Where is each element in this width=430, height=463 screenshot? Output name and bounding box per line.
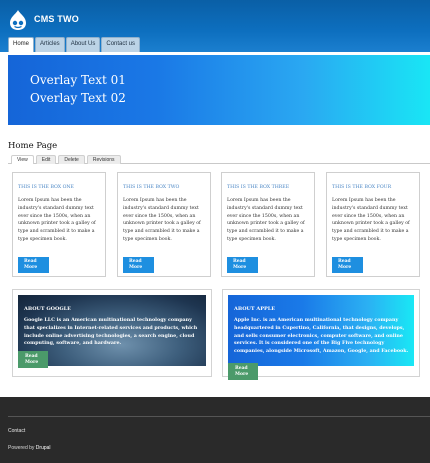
content-box-four: THIS IS THE BOX FOUR Lorem Ipsum has bee… [326,172,420,277]
read-more-button[interactable]: Read More [123,257,154,273]
box-title: THIS IS THE BOX FOUR [332,185,392,190]
nav-tab-home[interactable]: Home [8,37,35,52]
box-title: THIS IS THE BOX ONE [18,185,74,190]
box-body: Lorem Ipsum has been the industry's stan… [18,198,96,242]
hero-banner: Overlay Text 01 Overlay Text 02 [8,55,430,125]
tab-view[interactable]: View [11,155,34,164]
box-body: Lorem Ipsum has been the industry's stan… [123,198,201,242]
content-box-two: THIS IS THE BOX TWO Lorem Ipsum has been… [117,172,211,277]
read-more-button[interactable]: Read More [227,257,258,273]
box-title: THIS IS THE BOX TWO [123,185,180,190]
footer-divider [8,416,430,417]
footer-contact-link[interactable]: Contact [8,428,25,434]
tab-edit[interactable]: Edit [35,155,57,164]
feature-title: ABOUT APPLE [234,306,276,312]
drupal-drop-icon[interactable] [8,9,28,31]
drupal-link[interactable]: Drupal [36,445,51,451]
tab-revisions[interactable]: Revisions [86,155,121,164]
site-name[interactable]: CMS TWO [34,14,79,24]
local-task-tabs: View Edit Delete Revisions [8,155,430,164]
feature-title: ABOUT GOOGLE [24,306,71,312]
nav-tab-contact-us[interactable]: Contact us [101,37,141,52]
powered-by: Powered by Drupal [8,445,51,451]
site-footer: Contact Powered by Drupal [0,397,430,463]
banner-overlay-text-1: Overlay Text 01 [30,73,126,87]
read-more-button[interactable]: Read More [18,257,49,273]
read-more-button[interactable]: Read More [18,351,48,368]
feature-body: Apple Inc. is an American multinational … [234,317,409,355]
main-nav: Home Articles About Us Contact us [8,37,141,52]
box-body: Lorem Ipsum has been the industry's stan… [332,198,410,242]
tab-delete[interactable]: Delete [58,155,85,164]
box-title: THIS IS THE BOX THREE [227,185,290,190]
read-more-button[interactable]: Read More [332,257,363,273]
banner-overlay-text-2: Overlay Text 02 [30,91,126,105]
content-box-one: THIS IS THE BOX ONE Lorem Ipsum has been… [12,172,106,277]
content-box-three: THIS IS THE BOX THREE Lorem Ipsum has be… [221,172,315,277]
read-more-button[interactable]: Read More [228,363,258,380]
site-header: CMS TWO Home Articles About Us Contact u… [0,0,430,52]
powered-by-text: Powered by [8,445,35,451]
page-title: Home Page [8,141,58,151]
feature-background: ABOUT APPLE Apple Inc. is an American mu… [228,295,414,366]
nav-tab-articles[interactable]: Articles [35,37,65,52]
box-body: Lorem Ipsum has been the industry's stan… [227,198,305,242]
feature-body: Google LLC is an American multinational … [24,317,198,347]
nav-tab-about-us[interactable]: About Us [65,37,101,52]
